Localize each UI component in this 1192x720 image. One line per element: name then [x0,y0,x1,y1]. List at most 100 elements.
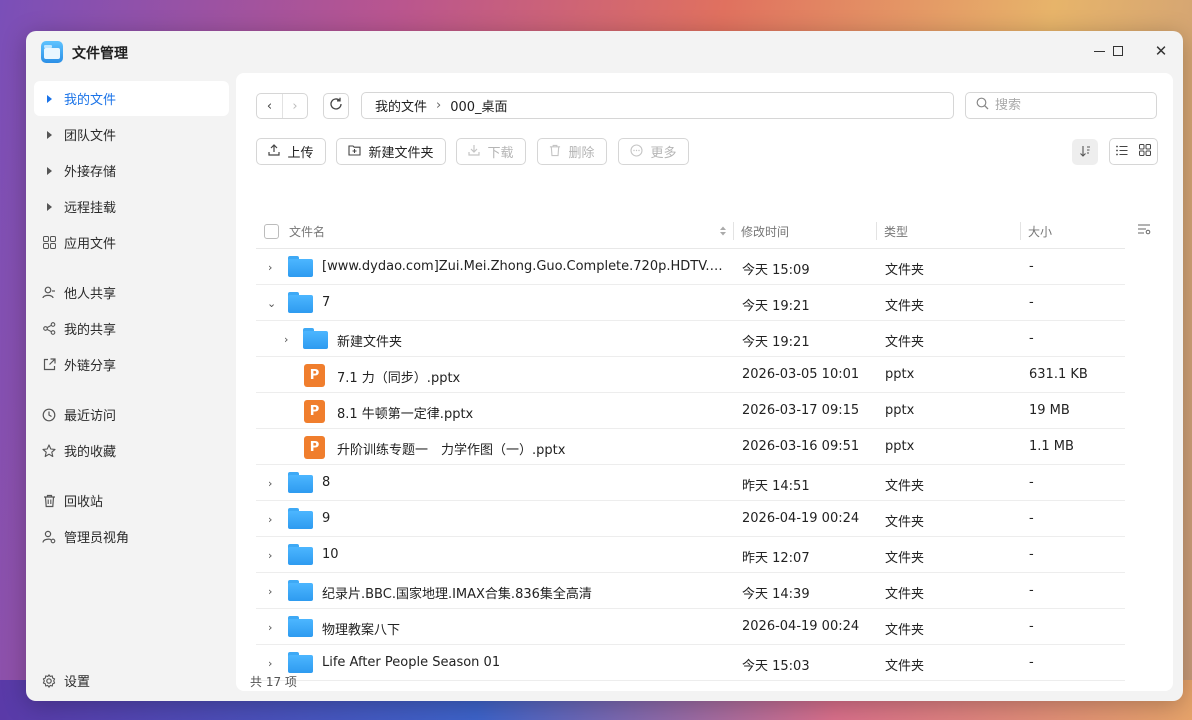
new-folder-button[interactable]: 新建文件夹 [336,138,446,165]
caret-right-icon [34,202,64,211]
chevron-right-icon[interactable]: › [284,333,288,346]
minimize-icon [1093,50,1105,52]
gear-icon [34,673,64,688]
chevron-right-icon[interactable]: › [268,585,272,598]
file-type: 文件夹 [885,299,925,314]
file-name: 7 [322,295,331,310]
file-name: 10 [322,547,339,562]
column-header-size[interactable]: 大小 [1028,223,1052,239]
file-type: pptx [885,403,915,418]
list-view-button[interactable] [1110,139,1134,164]
table-row[interactable]: › 物理教案八下 2026-04-19 00:24 文件夹 - [256,609,1125,645]
search-box[interactable] [965,92,1157,119]
table-row[interactable]: › 9 2026-04-19 00:24 文件夹 - [256,501,1125,537]
sidebar-item-label: 应用文件 [64,237,117,252]
sort-icon [1079,145,1091,160]
column-settings-button[interactable] [1137,223,1151,238]
settings-button[interactable]: 设置 [34,663,229,698]
folder-icon [288,472,313,493]
file-size: - [1029,547,1034,562]
folder-icon [288,616,313,637]
file-name: Life After People Season 01 [322,655,501,670]
refresh-icon [329,97,343,115]
file-name: 新建文件夹 [337,335,403,350]
column-header-modified[interactable]: 修改时间 [741,223,789,239]
close-button[interactable]: ✕ [1147,39,1175,63]
table-row[interactable]: › 纪录片.BBC.国家地理.IMAX合集.836集全高清 今天 14:39 文… [256,573,1125,609]
chevron-right-icon[interactable]: › [268,657,272,670]
download-button[interactable]: 下载 [456,138,526,165]
caret-right-icon [34,130,64,139]
refresh-button[interactable] [323,93,349,119]
upload-button[interactable]: 上传 [256,138,326,165]
forward-button[interactable]: › [281,94,307,118]
caret-right-icon [34,94,64,103]
list-view-icon [1115,145,1128,159]
table-row[interactable]: P 8.1 牛顿第一定律.pptx 2026-03-17 09:15 pptx … [256,393,1125,429]
sidebar-item-recent[interactable]: 最近访问 [34,397,229,432]
chevron-right-icon[interactable]: › [268,261,272,274]
search-icon [976,97,989,114]
more-icon [630,143,644,160]
table-row[interactable]: P 升阶训练专题一 力学作图（一）.pptx 2026-03-16 09:51 … [256,429,1125,465]
app-folder-icon [41,41,63,63]
file-modified: 昨天 14:51 [742,479,810,494]
pptx-file-icon: P [304,400,325,423]
back-button[interactable]: ‹ [257,94,282,118]
sidebar-item-remote-mount[interactable]: 远程挂载 [34,189,229,224]
view-toggle [1109,138,1158,165]
table-row[interactable]: › 8 昨天 14:51 文件夹 - [256,465,1125,501]
sidebar-item-team-files[interactable]: 团队文件 [34,117,229,152]
select-all-checkbox[interactable] [264,223,279,239]
apps-icon [34,236,64,249]
sidebar-item-label: 管理员视角 [64,531,130,546]
column-header-name[interactable]: 文件名 [289,223,325,239]
sidebar-item-external-link-share[interactable]: 外链分享 [34,347,229,382]
settings-label: 设置 [64,675,91,690]
sidebar-item-external-storage[interactable]: 外接存储 [34,153,229,188]
table-row[interactable]: › 新建文件夹 今天 19:21 文件夹 - [256,321,1125,357]
upload-label: 上传 [287,146,314,161]
file-name: 8 [322,475,331,490]
folder-icon [288,652,313,673]
table-row[interactable]: › Life After People Season 01 今天 15:03 文… [256,645,1125,681]
more-button[interactable]: 更多 [618,138,689,165]
table-row[interactable]: › [www.dydao.com]Zui.Mei.Zhong.Guo.Compl… [256,249,1125,285]
chevron-right-icon[interactable]: › [268,477,272,490]
item-count-status: 共 17 项 [250,675,297,689]
breadcrumb-root[interactable]: 我的文件 [375,96,427,115]
sidebar-item-recycle-bin[interactable]: 回收站 [34,483,229,518]
history-nav: ‹ › [256,93,308,119]
column-settings-icon [1137,224,1151,238]
chevron-right-icon[interactable]: › [268,549,272,562]
star-icon [34,443,64,458]
sidebar-item-app-files[interactable]: 应用文件 [34,225,229,260]
sidebar-item-label: 外链分享 [64,359,117,374]
sidebar-item-label: 他人共享 [64,287,117,302]
sidebar-item-shared-with-me[interactable]: 他人共享 [34,275,229,310]
maximize-button[interactable] [1104,39,1132,63]
table-row[interactable]: › 10 昨天 12:07 文件夹 - [256,537,1125,573]
sidebar-item-admin-view[interactable]: 管理员视角 [34,519,229,554]
breadcrumb[interactable]: 我的文件 › 000_桌面 [361,92,954,119]
file-size: - [1029,475,1034,490]
file-type: 文件夹 [885,623,925,638]
delete-button[interactable]: 删除 [537,138,607,165]
sort-toggle-icon[interactable] [719,223,727,239]
file-modified: 昨天 12:07 [742,551,810,566]
table-row[interactable]: P 7.1 力（同步）.pptx 2026-03-05 10:01 pptx 6… [256,357,1125,393]
table-row[interactable]: ⌄ 7 今天 19:21 文件夹 - [256,285,1125,321]
folder-icon [288,292,313,313]
grid-view-button[interactable] [1134,139,1158,164]
column-header-type[interactable]: 类型 [884,223,908,239]
search-input[interactable] [995,98,1145,113]
sidebar-item-label: 外接存储 [64,165,117,180]
breadcrumb-current[interactable]: 000_桌面 [450,96,507,115]
sort-button[interactable] [1072,139,1098,165]
chevron-right-icon[interactable]: › [268,513,272,526]
sidebar-item-my-shares[interactable]: 我的共享 [34,311,229,346]
sidebar-item-my-files[interactable]: 我的文件 [34,81,229,116]
chevron-right-icon[interactable]: › [268,621,272,634]
sidebar-item-favorites[interactable]: 我的收藏 [34,433,229,468]
chevron-down-icon[interactable]: ⌄ [267,297,276,310]
